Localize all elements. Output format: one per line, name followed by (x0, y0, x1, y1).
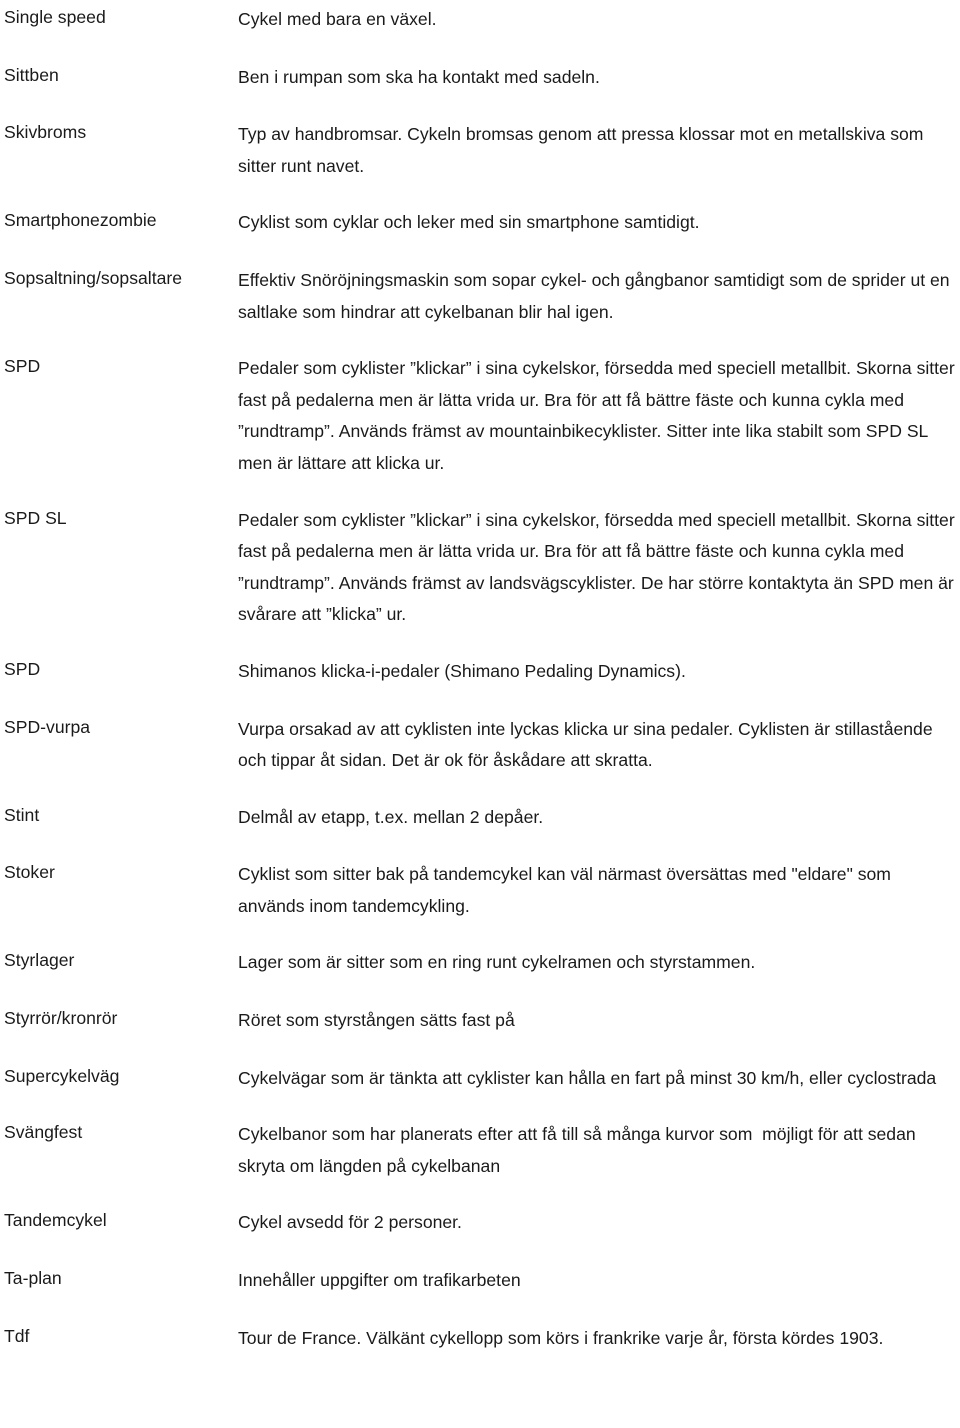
glossary-entry: Stint Delmål av etapp, t.ex. mellan 2 de… (0, 802, 960, 834)
glossary-definition: Delmål av etapp, t.ex. mellan 2 depåer. (238, 806, 544, 827)
glossary-entry: Tdf Tour de France. Välkänt cykellopp so… (0, 1323, 960, 1355)
glossary-term: Supercykelväg (4, 1065, 120, 1086)
glossary-term: Sittben (4, 64, 59, 85)
glossary-term: Stint (4, 804, 40, 825)
glossary-term: Single speed (4, 7, 106, 27)
glossary-entry: Svängfest Cykelbanor som har planerats e… (0, 1119, 960, 1182)
glossary-entry: Sopsaltning/sopsaltare Effektiv Snöröjni… (0, 265, 960, 328)
glossary-term: Smartphonezombie (4, 210, 157, 231)
glossary-definition: Shimanos klicka-i-pedaler (Shimano Pedal… (238, 660, 686, 681)
glossary-entry: Supercykelväg Cykelvägar som är tänkta a… (0, 1063, 960, 1095)
glossary-entry: Stoker Cyklist som sitter bak på tandemc… (0, 859, 960, 922)
glossary-entry: SPD-vurpa Vurpa orsakad av att cyklisten… (0, 714, 960, 777)
glossary-entry: SPD SL Pedaler som cyklister ”klickar” i… (0, 505, 960, 631)
glossary-term: SPD SL (4, 507, 67, 528)
glossary-term: Styrlager (4, 950, 75, 971)
glossary-list: Single speed Cykel med bara en växel. Si… (0, 0, 960, 1354)
glossary-definition: Cykelbanor som har planerats efter att f… (238, 1124, 921, 1176)
glossary-definition: Pedaler som cyklister ”klickar” i sina c… (238, 358, 960, 473)
glossary-definition: Effektiv Snöröjningsmaskin som sopar cyk… (238, 269, 955, 322)
glossary-definition: Pedaler som cyklister ”klickar” i sina c… (238, 509, 960, 625)
glossary-term: Sopsaltning/sopsaltare (4, 267, 183, 288)
glossary-definition: Cyklist som cyklar och leker med sin sma… (238, 212, 700, 233)
glossary-entry: Single speed Cykel med bara en växel. (0, 0, 960, 36)
glossary-term: SPD (4, 356, 41, 377)
glossary-entry: Styrrör/kronrör Röret som styrstången sä… (0, 1005, 960, 1037)
glossary-entry: Sittben Ben i rumpan som ska ha kontakt … (0, 62, 960, 94)
glossary-term: Styrrör/kronrör (4, 1008, 118, 1029)
glossary-definition: Cykelvägar som är tänkta att cyklister k… (238, 1067, 937, 1088)
glossary-definition: Cyklist som sitter bak på tandemcykel ka… (238, 864, 896, 916)
glossary-definition: Typ av handbromsar. Cykeln bromsas genom… (238, 124, 929, 176)
glossary-term: Ta-plan (4, 1268, 62, 1289)
glossary-term: Tdf (4, 1325, 30, 1346)
glossary-term: Skivbroms (4, 122, 87, 143)
glossary-definition: Cykel med bara en växel. (238, 9, 437, 29)
glossary-entry: Skivbroms Typ av handbromsar. Cykeln bro… (0, 119, 960, 182)
glossary-entry: SPD Shimanos klicka-i-pedaler (Shimano P… (0, 656, 960, 688)
glossary-definition: Röret som styrstången sätts fast på (238, 1010, 515, 1031)
glossary-entry: Tandemcykel Cykel avsedd för 2 personer. (0, 1207, 960, 1239)
glossary-term: Tandemcykel (4, 1210, 107, 1231)
glossary-entry: Styrlager Lager som är sitter som en rin… (0, 947, 960, 979)
glossary-definition: Vurpa orsakad av att cyklisten inte lyck… (238, 718, 938, 771)
glossary-term: Stoker (4, 862, 55, 883)
glossary-term: SPD (4, 658, 41, 679)
glossary-definition: Innehåller uppgifter om trafikarbeten (238, 1270, 521, 1291)
glossary-term: Svängfest (4, 1122, 83, 1143)
glossary-entry: SPD Pedaler som cyklister ”klickar” i si… (0, 353, 960, 479)
glossary-definition: Tour de France. Välkänt cykellopp som kö… (238, 1327, 884, 1348)
glossary-definition: Ben i rumpan som ska ha kontakt med sade… (238, 66, 600, 87)
glossary-entry: Smartphonezombie Cyklist som cyklar och … (0, 207, 960, 239)
glossary-entry: Ta-plan Innehåller uppgifter om trafikar… (0, 1265, 960, 1297)
glossary-definition: Lager som är sitter som en ring runt cyk… (238, 952, 756, 973)
glossary-definition: Cykel avsedd för 2 personer. (238, 1212, 462, 1233)
glossary-term: SPD-vurpa (4, 716, 91, 737)
